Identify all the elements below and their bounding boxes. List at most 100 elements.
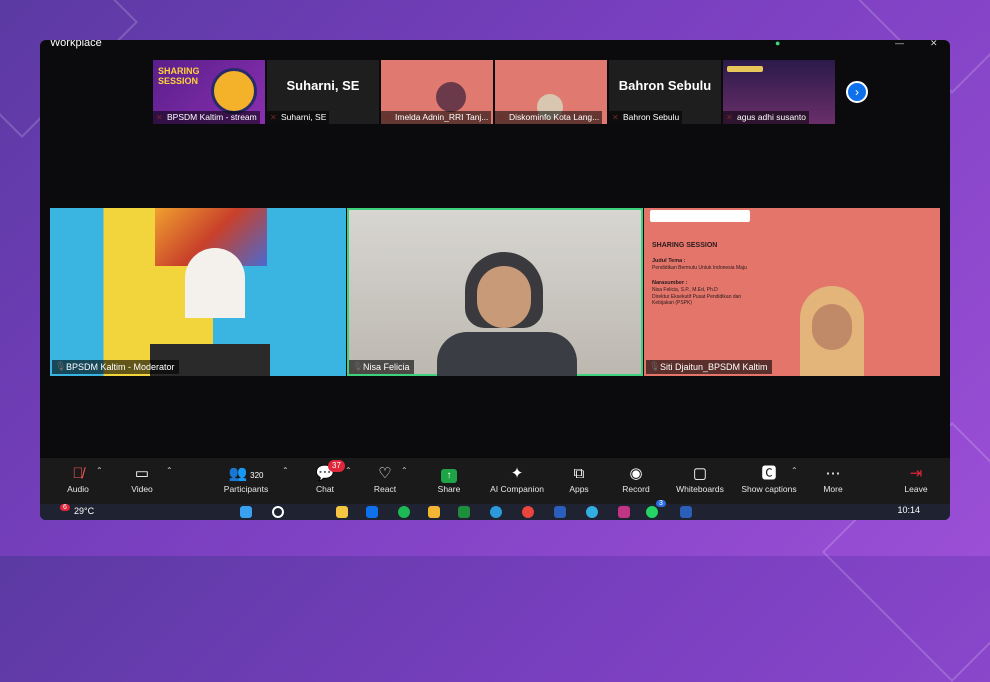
chat-label: Chat xyxy=(316,484,334,494)
leave-icon: ⇥ xyxy=(909,465,923,482)
person xyxy=(185,248,245,318)
slide-label: Narasumber : xyxy=(652,280,688,286)
person-face xyxy=(477,266,531,328)
record-button[interactable]: ◉ Record xyxy=(616,464,656,494)
person-body xyxy=(437,332,577,376)
react-label: React xyxy=(373,484,397,494)
whiteboards-label: Whiteboards xyxy=(676,484,724,494)
participants-label: Participants xyxy=(223,484,269,494)
start-icon[interactable] xyxy=(240,506,252,518)
video-tile-speaker[interactable]: 🎙 Nisa Felicia xyxy=(347,208,643,376)
slide-label: Judul Tema : xyxy=(652,258,686,264)
thumbnail-name: Imelda Adnin_RRI Tanj... xyxy=(381,111,492,124)
leave-label: Leave xyxy=(904,484,928,494)
mic-muted-icon: 🎙̸ xyxy=(72,465,84,482)
video-tile-siti[interactable]: SHARING SESSION Judul Tema : Pendidikan … xyxy=(644,208,940,376)
instagram-icon[interactable] xyxy=(618,506,630,518)
thumbnail-name: Diskominfo Kota Lang... xyxy=(495,111,603,124)
meeting-toolbar: 🎙̸ Audio ⌃ ▭ Video ⌃ 👥 320 Participants ⌃… xyxy=(40,458,950,504)
heart-icon: ♡ xyxy=(378,465,392,482)
participants-button[interactable]: 👥 320 Participants xyxy=(220,464,272,494)
person-face xyxy=(812,304,852,350)
whiteboard-icon: ▢ xyxy=(692,465,708,482)
app-icon[interactable] xyxy=(680,506,692,518)
leave-button[interactable]: ⇥ Leave xyxy=(900,464,932,494)
slide-title: SHARING SESSION xyxy=(158,66,200,86)
video-label: Video xyxy=(131,484,153,494)
video-tile-name: Siti Djaitun_BPSDM Kaltim xyxy=(646,360,772,374)
share-button[interactable]: ↑ Share xyxy=(432,464,466,494)
whatsapp-badge: 3 xyxy=(656,500,666,507)
audio-label: Audio xyxy=(67,484,89,494)
weather-temperature: 29°C xyxy=(74,506,95,516)
minimize-icon[interactable]: — xyxy=(895,40,904,48)
video-options-caret[interactable]: ⌃ xyxy=(166,466,173,475)
more-label: More xyxy=(823,484,843,494)
sheets-icon[interactable] xyxy=(458,506,470,518)
thumbnail-bpsdm-stream[interactable]: SHARING SESSION ✕ BPSDM Kaltim - stream xyxy=(153,60,265,124)
apps-button[interactable]: ⧉ Apps xyxy=(564,464,594,494)
audio-options-caret[interactable]: ⌃ xyxy=(96,466,103,475)
thumbnail-name: BPSDM Kaltim - stream xyxy=(153,111,260,124)
spotify-icon[interactable] xyxy=(398,506,410,518)
video-button[interactable]: ▭ Video xyxy=(124,464,160,494)
participants-options-caret[interactable]: ⌃ xyxy=(282,466,289,475)
slide-heading: SHARING SESSION xyxy=(652,242,718,249)
more-icon: ⋯ xyxy=(825,465,841,482)
participant-display-name: Suharni, SE xyxy=(286,78,360,93)
participants-count: 320 xyxy=(250,471,264,480)
sparkle-icon: ✦ xyxy=(510,465,524,482)
thumbnail-name: Suharni, SE xyxy=(267,111,330,124)
apps-label: Apps xyxy=(569,484,589,494)
system-clock: 10:14 xyxy=(897,505,920,515)
chrome-icon[interactable] xyxy=(522,506,534,518)
chat-options-caret[interactable]: ⌃ xyxy=(345,466,352,475)
record-label: Record xyxy=(622,484,650,494)
slide-graphic xyxy=(211,68,257,114)
whiteboards-button[interactable]: ▢ Whiteboards xyxy=(672,464,728,494)
slide-logos xyxy=(650,210,750,222)
ai-companion-button[interactable]: ✦ AI Companion xyxy=(486,464,548,494)
drive-icon[interactable] xyxy=(428,506,440,518)
next-page-button[interactable]: › xyxy=(846,81,868,103)
thumbnail-bahron[interactable]: Bahron Sebulu ✕ Bahron Sebulu xyxy=(609,60,721,124)
thumbnail-imelda[interactable]: ✕ Imelda Adnin_RRI Tanj... xyxy=(381,60,493,124)
video-gallery: 🎙 BPSDM Kaltim - Moderator 🎙 Nisa Felici… xyxy=(50,208,940,376)
participant-video xyxy=(436,82,466,112)
slide-text: Nisa Felicia, S.P., M.Ed, Ph.D xyxy=(652,287,718,293)
react-button[interactable]: ♡ React xyxy=(368,464,402,494)
share-label: Share xyxy=(437,484,461,494)
close-icon[interactable]: ✕ xyxy=(930,40,938,49)
participant-display-name: Bahron Sebulu xyxy=(618,78,712,93)
zoom-window: Workplace ● — ✕ SHARING SESSION ✕ BPSDM … xyxy=(40,40,950,520)
camera-icon: ▭ xyxy=(134,465,150,482)
more-button[interactable]: ⋯ More xyxy=(818,464,848,494)
whatsapp-icon[interactable] xyxy=(646,506,658,518)
share-icon: ↑ xyxy=(432,464,466,484)
app-title: Workplace xyxy=(50,40,102,49)
file-explorer-icon[interactable] xyxy=(336,506,348,518)
apps-icon: ⧉ xyxy=(573,465,585,482)
participant-strip: SHARING SESSION ✕ BPSDM Kaltim - stream … xyxy=(153,60,843,124)
thumbnail-suharni[interactable]: Suharni, SE ✕ Suharni, SE xyxy=(267,60,379,124)
search-icon[interactable] xyxy=(272,506,284,518)
thumbnail-name: agus adhi susanto xyxy=(723,111,809,124)
thumbnail-name: Bahron Sebulu xyxy=(609,111,683,124)
video-tile-name: Nisa Felicia xyxy=(349,360,414,374)
thumbnail-diskominfo[interactable]: ✕ Diskominfo Kota Lang... xyxy=(495,60,607,124)
video-tile-name: BPSDM Kaltim - Moderator xyxy=(52,360,179,374)
participants-icon: 👥 320 xyxy=(228,465,264,482)
slide-text: Pendidikan Bermutu Untuk Indonesia Maju xyxy=(652,265,747,271)
react-options-caret[interactable]: ⌃ xyxy=(401,466,408,475)
title-bar: Workplace ● — ✕ xyxy=(40,40,950,54)
word-icon[interactable] xyxy=(554,506,566,518)
captions-options-caret[interactable]: ⌃ xyxy=(791,466,798,475)
thumbnail-agus[interactable]: ✕ agus adhi susanto xyxy=(723,60,835,124)
weather-badge: 6 xyxy=(60,504,70,511)
browser-icon[interactable] xyxy=(586,506,598,518)
video-tile-moderator[interactable]: 🎙 BPSDM Kaltim - Moderator xyxy=(50,208,346,376)
chat-badge: 37 xyxy=(328,460,345,472)
edge-icon[interactable] xyxy=(490,506,502,518)
audio-button[interactable]: 🎙̸ Audio xyxy=(60,464,96,494)
zoom-app-icon[interactable] xyxy=(366,506,378,518)
